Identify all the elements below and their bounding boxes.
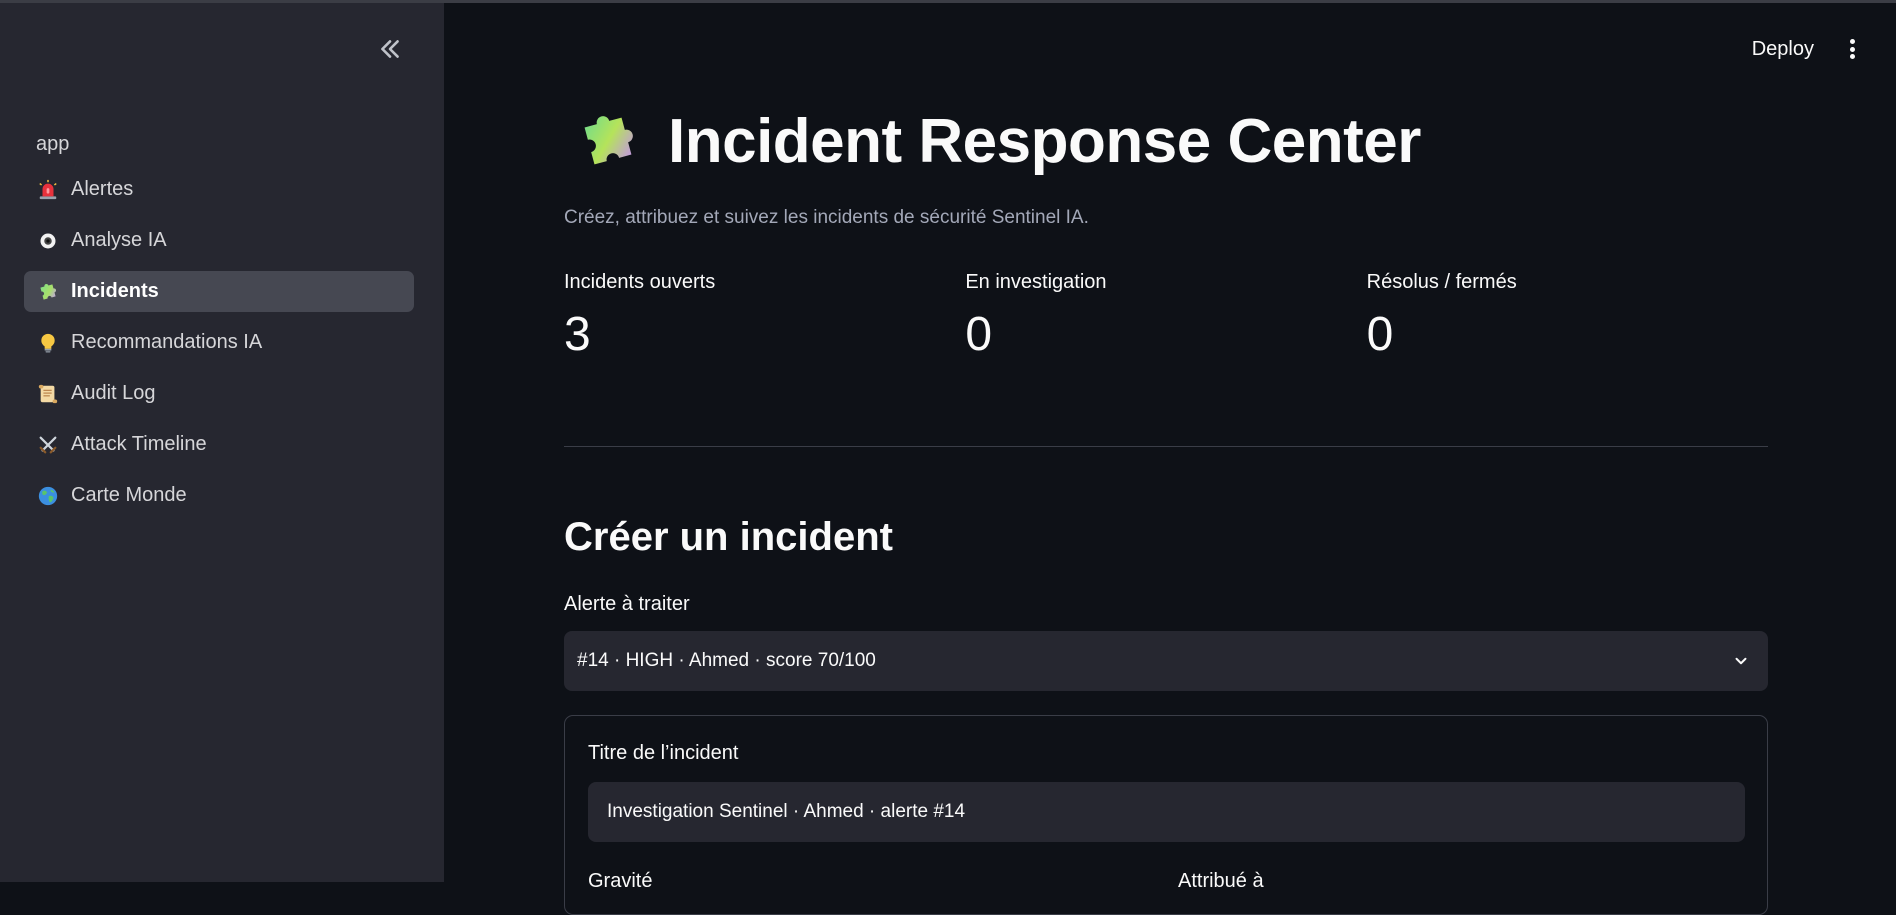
metric-value: 0 <box>965 308 993 361</box>
globe-icon <box>36 484 60 508</box>
rotating-light-icon <box>36 178 60 202</box>
sidebar-item-label: Carte Monde <box>71 484 187 506</box>
double-chevron-left-icon <box>381 40 399 58</box>
sidebar-item-incidents[interactable]: Incidents <box>24 271 414 312</box>
sidebar-item-label: Recommandations IA <box>71 331 263 353</box>
light-bulb-icon <box>36 331 60 355</box>
kebab-menu-icon <box>1849 39 1855 44</box>
puzzle-piece-icon <box>36 280 60 304</box>
collapse-sidebar-button[interactable] <box>372 31 408 67</box>
deploy-button[interactable]: Deploy <box>1752 33 1814 65</box>
sidebar: app Alertes Analyse IA Incidents Recomma… <box>0 3 444 882</box>
incident-title-label: Titre de l’incident <box>588 742 739 764</box>
crossed-swords-icon <box>36 433 60 457</box>
main-menu-button[interactable] <box>1842 35 1862 63</box>
eye-icon <box>36 229 60 253</box>
metric-resolved-closed: Résolus / fermés 0 <box>1367 267 1768 363</box>
section-divider <box>564 446 1768 447</box>
incident-title-input[interactable] <box>588 782 1745 842</box>
scroll-icon <box>36 382 60 406</box>
sidebar-item-alertes[interactable]: Alertes <box>24 169 414 210</box>
page-subtitle: Créez, attribuez et suivez les incidents… <box>564 207 1089 228</box>
alert-select-label: Alerte à traiter <box>564 593 690 615</box>
sidebar-item-label: Attack Timeline <box>71 433 207 455</box>
sidebar-item-recommandations-ia[interactable]: Recommandations IA <box>24 322 414 363</box>
kebab-dot <box>1849 54 1855 59</box>
sidebar-item-label: Audit Log <box>71 382 156 404</box>
sidebar-item-label: Incidents <box>71 280 159 302</box>
alert-select-value: #14 · HIGH · Ahmed · score 70/100 <box>577 650 876 671</box>
sidebar-item-analyse-ia[interactable]: Analyse IA <box>24 220 414 261</box>
puzzle-piece-icon <box>584 116 633 165</box>
page-title-row: Incident Response Center <box>574 101 1421 181</box>
sidebar-item-label: Alertes <box>71 178 134 200</box>
metric-value: 3 <box>564 308 591 361</box>
sidebar-item-audit-log[interactable]: Audit Log <box>24 373 414 414</box>
metric-open-incidents: Incidents ouverts 3 <box>564 267 965 363</box>
page-title: Incident Response Center <box>668 106 1421 176</box>
sidebar-item-label: Analyse IA <box>71 229 167 251</box>
metric-value: 0 <box>1366 308 1394 361</box>
metrics-row: Incidents ouverts 3 En investigation 0 R… <box>564 267 1768 363</box>
create-incident-heading: Créer un incident <box>564 515 893 559</box>
metric-in-investigation: En investigation 0 <box>965 267 1366 363</box>
alert-select[interactable]: #14 · HIGH · Ahmed · score 70/100 <box>564 631 1768 691</box>
metric-label: Résolus / fermés <box>1366 271 1517 293</box>
kebab-dot <box>1849 46 1855 52</box>
sidebar-app-label[interactable]: app <box>24 129 414 159</box>
sidebar-item-carte-monde[interactable]: Carte Monde <box>24 475 414 516</box>
app-container: app Alertes Analyse IA Incidents Recomma… <box>0 3 1896 915</box>
sidebar-nav: app Alertes Analyse IA Incidents Recomma… <box>24 129 414 526</box>
create-incident-form: Titre de l’incident Gravité Attribué à <box>564 715 1768 915</box>
sidebar-item-attack-timeline[interactable]: Attack Timeline <box>24 424 414 465</box>
metric-label: En investigation <box>965 271 1107 293</box>
main-content: Deploy Incident Response Center Créez, a… <box>444 3 1896 915</box>
chevron-down-icon <box>1735 657 1747 665</box>
metric-label: Incidents ouverts <box>564 271 716 293</box>
